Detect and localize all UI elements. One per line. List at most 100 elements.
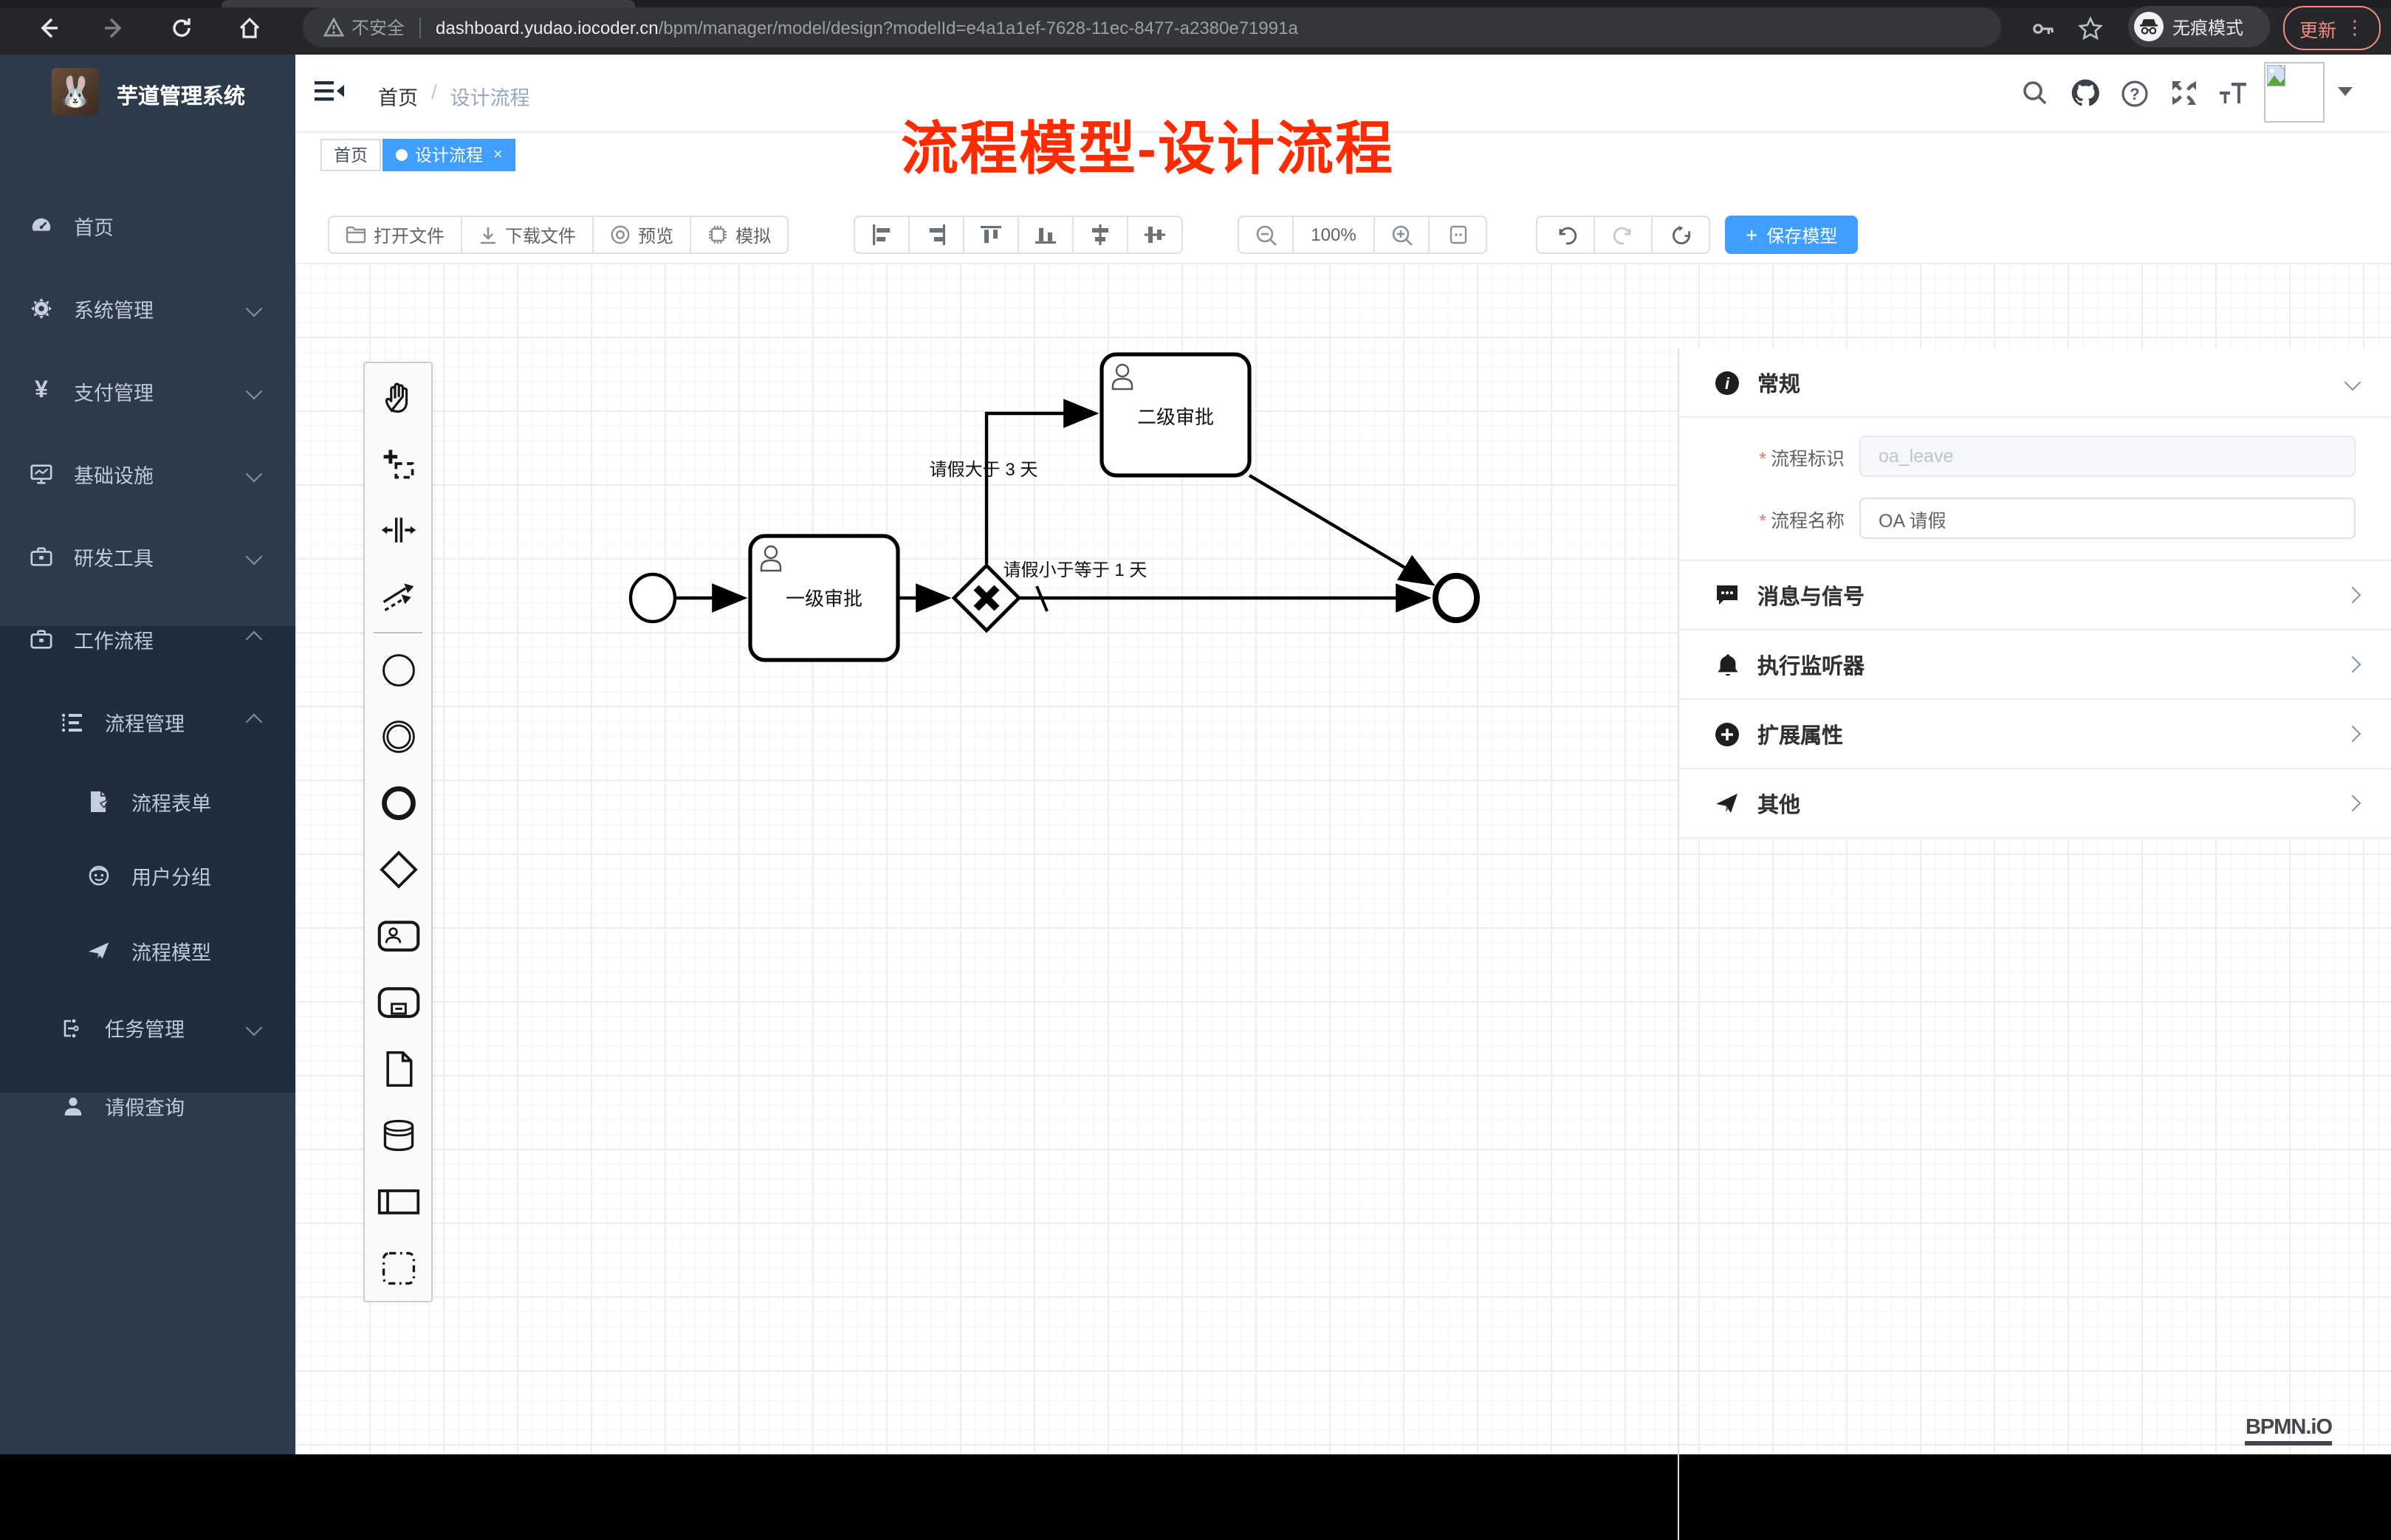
sidebar-item-system[interactable]: 系统管理 <box>0 267 295 350</box>
close-icon[interactable]: × <box>493 146 503 164</box>
simulate-button[interactable]: 模拟 <box>690 216 789 254</box>
process-key-label: *流程标识 <box>1679 442 1859 470</box>
section-other[interactable]: 其他 <box>1679 769 2391 839</box>
chevron-down-icon[interactable] <box>2344 374 2361 391</box>
tab-design-process[interactable]: 设计流程 × <box>383 139 516 171</box>
sequence-flow-gt3[interactable] <box>987 413 1094 564</box>
flow-label-le: 请假小于等于 1 天 <box>1004 560 1148 580</box>
restart-button[interactable] <box>1651 216 1710 254</box>
sidebar-item-leave-query[interactable]: 请假查询 <box>0 1069 295 1143</box>
flow-icon <box>61 1016 84 1039</box>
search-icon[interactable] <box>2017 75 2053 111</box>
start-event[interactable] <box>631 574 675 622</box>
sidebar-item-user-group[interactable]: 用户分组 <box>0 839 295 912</box>
align-left-button[interactable] <box>854 216 910 254</box>
preview-button[interactable]: 预览 <box>592 216 691 254</box>
browser-back-icon[interactable] <box>32 12 65 44</box>
history-button-group <box>1536 216 1710 254</box>
bpmn-io-watermark[interactable]: BPMN.iO <box>2246 1416 2332 1446</box>
sidebar-item-payment[interactable]: ¥ 支付管理 <box>0 350 295 433</box>
sidebar-item-workflow[interactable]: 工作流程 <box>0 598 295 681</box>
sidebar-collapse-icon[interactable] <box>315 78 344 108</box>
general-form: *流程标识 *流程名称 <box>1679 418 2391 561</box>
sidebar-item-devtools[interactable]: 研发工具 <box>0 515 295 598</box>
flow-label-gt: 请假大于 3 天 <box>930 460 1038 480</box>
section-title: 其他 <box>1757 788 1800 819</box>
app-logo: 🐰 <box>52 68 99 115</box>
section-general[interactable]: i 常规 <box>1679 348 2391 418</box>
section-message-signal[interactable]: 消息与信号 <box>1679 561 2391 630</box>
sidebar-item-task-mgmt[interactable]: 任务管理 <box>0 991 295 1065</box>
url-host[interactable]: dashboard.yudao.iocoder.cn <box>436 17 659 38</box>
help-icon[interactable]: ? <box>2116 75 2152 111</box>
button-label: 下载文件 <box>505 222 576 247</box>
align-top-button[interactable] <box>963 216 1019 254</box>
chevron-right-icon[interactable] <box>2344 656 2361 673</box>
align-bottom-button[interactable] <box>1018 216 1074 254</box>
zoom-reset-button[interactable] <box>1428 216 1487 254</box>
font-size-icon[interactable] <box>2215 75 2251 111</box>
password-key-icon[interactable] <box>2026 12 2059 44</box>
screen: 不安全 dashboard.yudao.iocoder.cn/bpm/manag… <box>0 0 2391 1454</box>
fullscreen-icon[interactable] <box>2167 75 2202 111</box>
chevron-right-icon[interactable] <box>2344 795 2361 812</box>
section-title: 执行监听器 <box>1757 649 1865 680</box>
section-extended-attrs[interactable]: 扩展属性 <box>1679 700 2391 769</box>
browser-active-tab[interactable] <box>222 0 635 7</box>
sidebar-item-process-form[interactable]: 流程表单 <box>0 765 295 839</box>
section-execution-listener[interactable]: 执行监听器 <box>1679 630 2391 700</box>
url-bar[interactable]: 不安全 dashboard.yudao.iocoder.cn/bpm/manag… <box>303 7 2001 47</box>
properties-card: i 常规 *流程标识 *流程名称 <box>1679 348 2391 839</box>
redo-button[interactable] <box>1594 216 1653 254</box>
browser-menu-dots-icon[interactable]: ⋮ <box>2345 16 2364 40</box>
tab-home[interactable]: 首页 <box>320 139 381 171</box>
sidebar-item-label: 流程表单 <box>131 787 211 817</box>
sidebar-item-label: 流程模型 <box>131 936 211 966</box>
download-file-button[interactable]: 下载文件 <box>461 216 594 254</box>
sidebar: 🐰 芋道管理系统 首页 系统管理 ¥ 支付管理 基础设施 研发工具 <box>0 55 295 1454</box>
security-label[interactable]: 不安全 <box>351 15 405 40</box>
chevron-right-icon[interactable] <box>2344 587 2361 604</box>
broken-image-icon <box>2267 65 2289 87</box>
person-icon <box>61 1094 84 1118</box>
align-middle-button[interactable] <box>1072 216 1128 254</box>
avatar[interactable] <box>2264 62 2325 123</box>
github-icon[interactable] <box>2068 75 2103 111</box>
save-model-button[interactable]: + 保存模型 <box>1725 216 1858 254</box>
url-path[interactable]: /bpm/manager/model/design?modelId=e4a1a1… <box>659 17 1298 38</box>
sidebar-item-process-model[interactable]: 流程模型 <box>0 914 295 988</box>
bookmark-star-icon[interactable] <box>2073 12 2106 44</box>
sequence-flow[interactable] <box>1249 475 1431 583</box>
sidebar-item-home[interactable]: 首页 <box>0 185 295 267</box>
process-name-input[interactable] <box>1859 498 2356 539</box>
end-event[interactable] <box>1435 576 1477 620</box>
bpmn-canvas[interactable]: 一级审批 请假大于 3 天 二级审批 <box>295 263 2391 1454</box>
breadcrumb-home[interactable]: 首页 <box>378 81 418 111</box>
chevron-down-icon <box>246 300 263 317</box>
breadcrumb: 首页 / 设计流程 <box>378 81 530 111</box>
svg-text:?: ? <box>2129 84 2138 103</box>
incognito-badge: 无痕模式 <box>2128 6 2270 47</box>
sidebar-item-process-mgmt[interactable]: 流程管理 <box>0 685 295 759</box>
update-button[interactable]: 更新 ⋮ <box>2283 6 2381 50</box>
align-right-button[interactable] <box>908 216 964 254</box>
browser-home-icon[interactable] <box>233 12 266 44</box>
process-key-input[interactable] <box>1859 436 2356 477</box>
zoom-out-button[interactable] <box>1238 216 1294 254</box>
incognito-icon <box>2134 12 2164 41</box>
open-file-button[interactable]: 打开文件 <box>328 216 462 254</box>
undo-button[interactable] <box>1536 216 1595 254</box>
browser-forward-icon[interactable] <box>97 12 130 44</box>
avatar-caret-icon[interactable] <box>2338 87 2353 96</box>
document-edit-icon <box>87 790 111 814</box>
app-title: 芋道管理系统 <box>117 80 245 111</box>
sidebar-item-label: 用户分组 <box>131 861 211 890</box>
chevron-right-icon[interactable] <box>2344 726 2361 743</box>
file-button-group: 打开文件 下载文件 预览 模拟 <box>328 216 789 254</box>
process-name-label: *流程名称 <box>1679 504 1859 532</box>
sidebar-item-infra[interactable]: 基础设施 <box>0 433 295 515</box>
browser-reload-icon[interactable] <box>165 12 198 44</box>
align-center-button[interactable] <box>1127 216 1183 254</box>
zoom-in-button[interactable] <box>1373 216 1430 254</box>
section-title: 扩展属性 <box>1757 718 1843 749</box>
